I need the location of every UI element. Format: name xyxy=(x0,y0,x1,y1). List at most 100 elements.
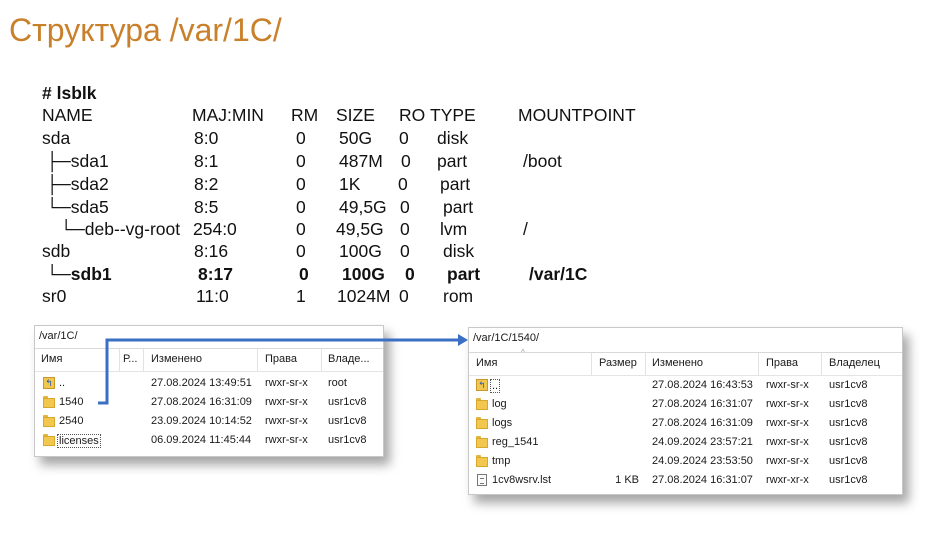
file-name: .. xyxy=(490,379,501,393)
device-majmin: 11:0 xyxy=(196,286,229,306)
file-modified: 27.08.2024 16:31:09 xyxy=(151,396,252,408)
path-bar[interactable]: /var/1C/ xyxy=(39,330,78,342)
file-owner: usr1cv8 xyxy=(829,436,868,448)
folder-icon xyxy=(476,398,488,410)
device-ro: 0 xyxy=(401,151,411,171)
file-name: 1cv8wsrv.lst xyxy=(492,474,552,486)
file-rights: rwxr-sr-x xyxy=(265,396,308,408)
device-ro: 0 xyxy=(399,128,409,148)
file-rights: rwxr-sr-x xyxy=(766,455,809,467)
file-rights: rwxr-sr-x xyxy=(766,436,809,448)
file-modified: 06.09.2024 11:45:44 xyxy=(151,434,252,446)
device-type: part xyxy=(437,151,468,171)
file-modified: 24.09.2024 23:53:50 xyxy=(652,455,753,467)
device-ro: 0 xyxy=(400,241,410,261)
column-header-rights[interactable]: Права xyxy=(265,353,297,365)
file-row[interactable]: logs 27.08.2024 16:31:09 rwxr-sr-x usr1c… xyxy=(469,414,902,433)
column-header-rights[interactable]: Права xyxy=(766,357,798,369)
device-size: 100G xyxy=(342,264,385,284)
column-header-size[interactable]: Размер xyxy=(599,357,637,369)
device-size: 100G xyxy=(339,241,382,261)
file-rights: rwxr-sr-x xyxy=(265,434,308,446)
folder-icon xyxy=(476,436,488,448)
device-mount: /var/1C xyxy=(529,264,588,284)
device-name: └─sda5 xyxy=(46,197,109,217)
file-row[interactable]: licenses 06.09.2024 11:45:44 rwxr-sr-x u… xyxy=(35,431,383,450)
device-type: rom xyxy=(443,286,474,306)
device-rm: 0 xyxy=(296,151,306,171)
file-modified: 27.08.2024 13:49:51 xyxy=(151,377,252,389)
file-rights: rwxr-sr-x xyxy=(265,377,308,389)
file-row[interactable]: ↰ .. 27.08.2024 13:49:51 rwxr-sr-x root xyxy=(35,374,383,393)
file-row-selected[interactable]: 1540 27.08.2024 16:31:09 rwxr-sr-x usr1c… xyxy=(35,393,383,412)
file-modified: 27.08.2024 16:31:09 xyxy=(652,417,753,429)
file-owner: usr1cv8 xyxy=(328,415,367,427)
column-header-row: Имя Р... Изменено Права Владе... xyxy=(35,348,383,372)
column-header-owner[interactable]: Владелец xyxy=(829,357,880,369)
file-name: 2540 xyxy=(59,415,84,427)
file-modified: 23.09.2024 10:14:52 xyxy=(151,415,252,427)
folder-icon xyxy=(43,415,55,427)
parent-folder-icon: ↰ xyxy=(476,379,488,391)
device-name: sdb xyxy=(42,241,71,261)
device-rm: 0 xyxy=(296,219,306,239)
right-file-panel: /var/1C/1540/ ^ Имя Размер Изменено Прав… xyxy=(468,327,903,495)
lsblk-row: └─deb--vg-root 254:0 0 49,5G 0 lvm / xyxy=(42,219,682,241)
column-header-modified[interactable]: Изменено xyxy=(151,353,202,365)
col-mountpoint-header: MOUNTPOINT xyxy=(518,105,636,125)
device-majmin: 8:17 xyxy=(198,264,234,284)
lsblk-command: # lsblk xyxy=(42,83,97,103)
lsblk-row: ├─sda1 8:1 0 487M 0 part /boot xyxy=(42,151,682,173)
device-mount: /boot xyxy=(523,151,562,171)
lsblk-row: sr0 11:0 1 1024M 0 rom xyxy=(42,286,682,308)
file-row[interactable]: reg_1541 24.09.2024 23:57:21 rwxr-sr-x u… xyxy=(469,433,902,452)
device-type: part xyxy=(440,174,471,194)
file-row[interactable]: ↰ .. 27.08.2024 16:43:53 rwxr-sr-x usr1c… xyxy=(469,376,902,395)
device-ro: 0 xyxy=(405,264,415,284)
device-type: lvm xyxy=(440,219,468,239)
col-ro-header: RO xyxy=(399,105,426,125)
column-header-modified[interactable]: Изменено xyxy=(652,357,703,369)
file-modified: 24.09.2024 23:57:21 xyxy=(652,436,753,448)
column-header-name[interactable]: Имя xyxy=(41,353,62,365)
file-row[interactable]: log 27.08.2024 16:31:07 rwxr-sr-x usr1cv… xyxy=(469,395,902,414)
folder-icon xyxy=(476,455,488,467)
file-name: licenses xyxy=(57,434,101,448)
file-name: log xyxy=(492,398,507,410)
device-majmin: 8:0 xyxy=(194,128,219,148)
device-name: sda xyxy=(42,128,71,148)
device-name: └─sdb1 xyxy=(46,264,112,284)
col-name-header: NAME xyxy=(42,105,93,125)
file-row[interactable]: tmp 24.09.2024 23:53:50 rwxr-sr-x usr1cv… xyxy=(469,452,902,471)
file-size: 1 KB xyxy=(615,474,639,486)
file-rights: rwxr-sr-x xyxy=(766,398,809,410)
device-size: 1024M xyxy=(337,286,391,306)
device-rm: 0 xyxy=(296,128,306,148)
file-owner: usr1cv8 xyxy=(829,379,868,391)
lsblk-row: sdb 8:16 0 100G 0 disk xyxy=(42,241,682,263)
device-size: 49,5G xyxy=(339,197,387,217)
device-majmin: 8:16 xyxy=(194,241,229,261)
device-majmin: 8:1 xyxy=(194,151,219,171)
folder-icon xyxy=(476,417,488,429)
file-owner: usr1cv8 xyxy=(829,398,868,410)
device-size: 1K xyxy=(339,174,361,194)
file-rights: rwxr-sr-x xyxy=(766,417,809,429)
file-owner: usr1cv8 xyxy=(328,434,367,446)
column-header-name[interactable]: Имя xyxy=(476,357,497,369)
file-name: logs xyxy=(492,417,513,429)
column-header-size[interactable]: Р... xyxy=(123,353,137,365)
file-name: tmp xyxy=(492,455,511,467)
file-owner: usr1cv8 xyxy=(829,455,868,467)
path-bar[interactable]: /var/1C/1540/ xyxy=(473,332,539,344)
column-header-owner[interactable]: Владе... xyxy=(328,353,370,365)
file-name: reg_1541 xyxy=(492,436,539,448)
device-majmin: 8:2 xyxy=(194,174,219,194)
device-type: disk xyxy=(437,128,469,148)
device-size: 50G xyxy=(339,128,373,148)
file-row[interactable]: 2540 23.09.2024 10:14:52 rwxr-sr-x usr1c… xyxy=(35,412,383,431)
device-type: part xyxy=(447,264,481,284)
device-ro: 0 xyxy=(400,219,410,239)
col-rm-header: RM xyxy=(291,105,319,125)
file-row[interactable]: 1cv8wsrv.lst 1 KB 27.08.2024 16:31:07 rw… xyxy=(469,471,902,490)
